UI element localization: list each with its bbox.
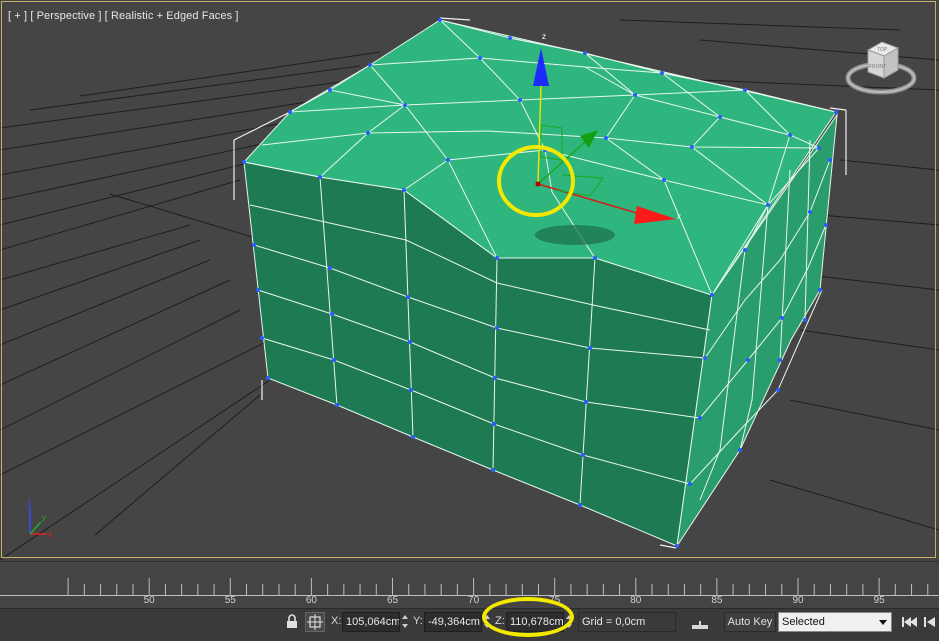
ruler-label: 90: [792, 595, 804, 606]
key-filter-dropdown[interactable]: Selected: [778, 612, 892, 632]
ruler-label: 70: [468, 595, 480, 606]
status-bar: X: 105,064cm Y: -49,364cm Z: 110,678cm G…: [0, 608, 939, 641]
absolute-mode-transform-icon[interactable]: [305, 612, 325, 632]
key-icon[interactable]: [690, 612, 710, 632]
viewport-menu-plus[interactable]: [ + ]: [8, 10, 27, 22]
viewcube-top-label: TOP: [877, 47, 888, 53]
viewcube-front-label: FRONT: [869, 64, 886, 70]
gizmo-x-label: x: [677, 212, 681, 221]
ruler-label: 85: [711, 595, 723, 606]
tripod-y-label: y: [42, 513, 46, 522]
ruler-label: 75: [549, 595, 561, 606]
z-coord-field[interactable]: 110,678cm: [506, 612, 564, 632]
y-coord-spinner[interactable]: [483, 613, 491, 631]
viewport-label: [ + ] [ Perspective ] [ Realistic + Edge…: [8, 10, 239, 22]
viewcube-icon[interactable]: TOP FRONT: [844, 38, 918, 102]
key-filter-value: Selected: [782, 616, 825, 628]
x-coord-field[interactable]: 105,064cm: [342, 612, 400, 632]
chevron-down-icon: [879, 620, 887, 625]
gizmo-z-label: z: [542, 32, 546, 41]
gizmo-shadow: [535, 225, 615, 245]
axis-tripod-icon: z x y: [27, 498, 52, 539]
y-coord-label: Y:: [413, 615, 423, 627]
viewport-menu-shading[interactable]: [ Realistic + Edged Faces ]: [105, 10, 239, 22]
x-coord-spinner[interactable]: [401, 613, 409, 631]
lock-selection-icon[interactable]: [282, 612, 302, 632]
scene-canvas[interactable]: z x z x y: [0, 0, 939, 561]
perspective-viewport[interactable]: z x z x y TOP FRONT [ + ] [ Perspective …: [0, 0, 939, 561]
z-coord-label: Z:: [495, 615, 505, 627]
z-coord-spinner[interactable]: [565, 613, 573, 631]
auto-key-button[interactable]: Auto Key: [724, 612, 776, 632]
timeline-ruler[interactable]: 50556065707580859095100: [0, 561, 939, 609]
go-to-start-icon[interactable]: [899, 612, 919, 632]
ruler-label: 50: [143, 595, 155, 606]
x-coord-label: X:: [331, 615, 342, 627]
ruler-label: 55: [224, 595, 236, 606]
ruler-label: 95: [873, 595, 885, 606]
grid-size-display: Grid = 0,0cm: [578, 612, 676, 632]
tripod-z-label: z: [27, 498, 31, 507]
gizmo-pivot[interactable]: [535, 181, 541, 187]
ruler-label: 80: [630, 595, 642, 606]
ruler-label: 65: [386, 595, 399, 606]
ruler-ticks: [0, 578, 939, 596]
ruler-label: 60: [305, 595, 317, 606]
tripod-x-label: x: [48, 530, 52, 539]
viewport-menu-view[interactable]: [ Perspective ]: [30, 10, 101, 22]
y-coord-field[interactable]: -49,364cm: [424, 612, 482, 632]
previous-frame-icon[interactable]: [921, 612, 939, 632]
